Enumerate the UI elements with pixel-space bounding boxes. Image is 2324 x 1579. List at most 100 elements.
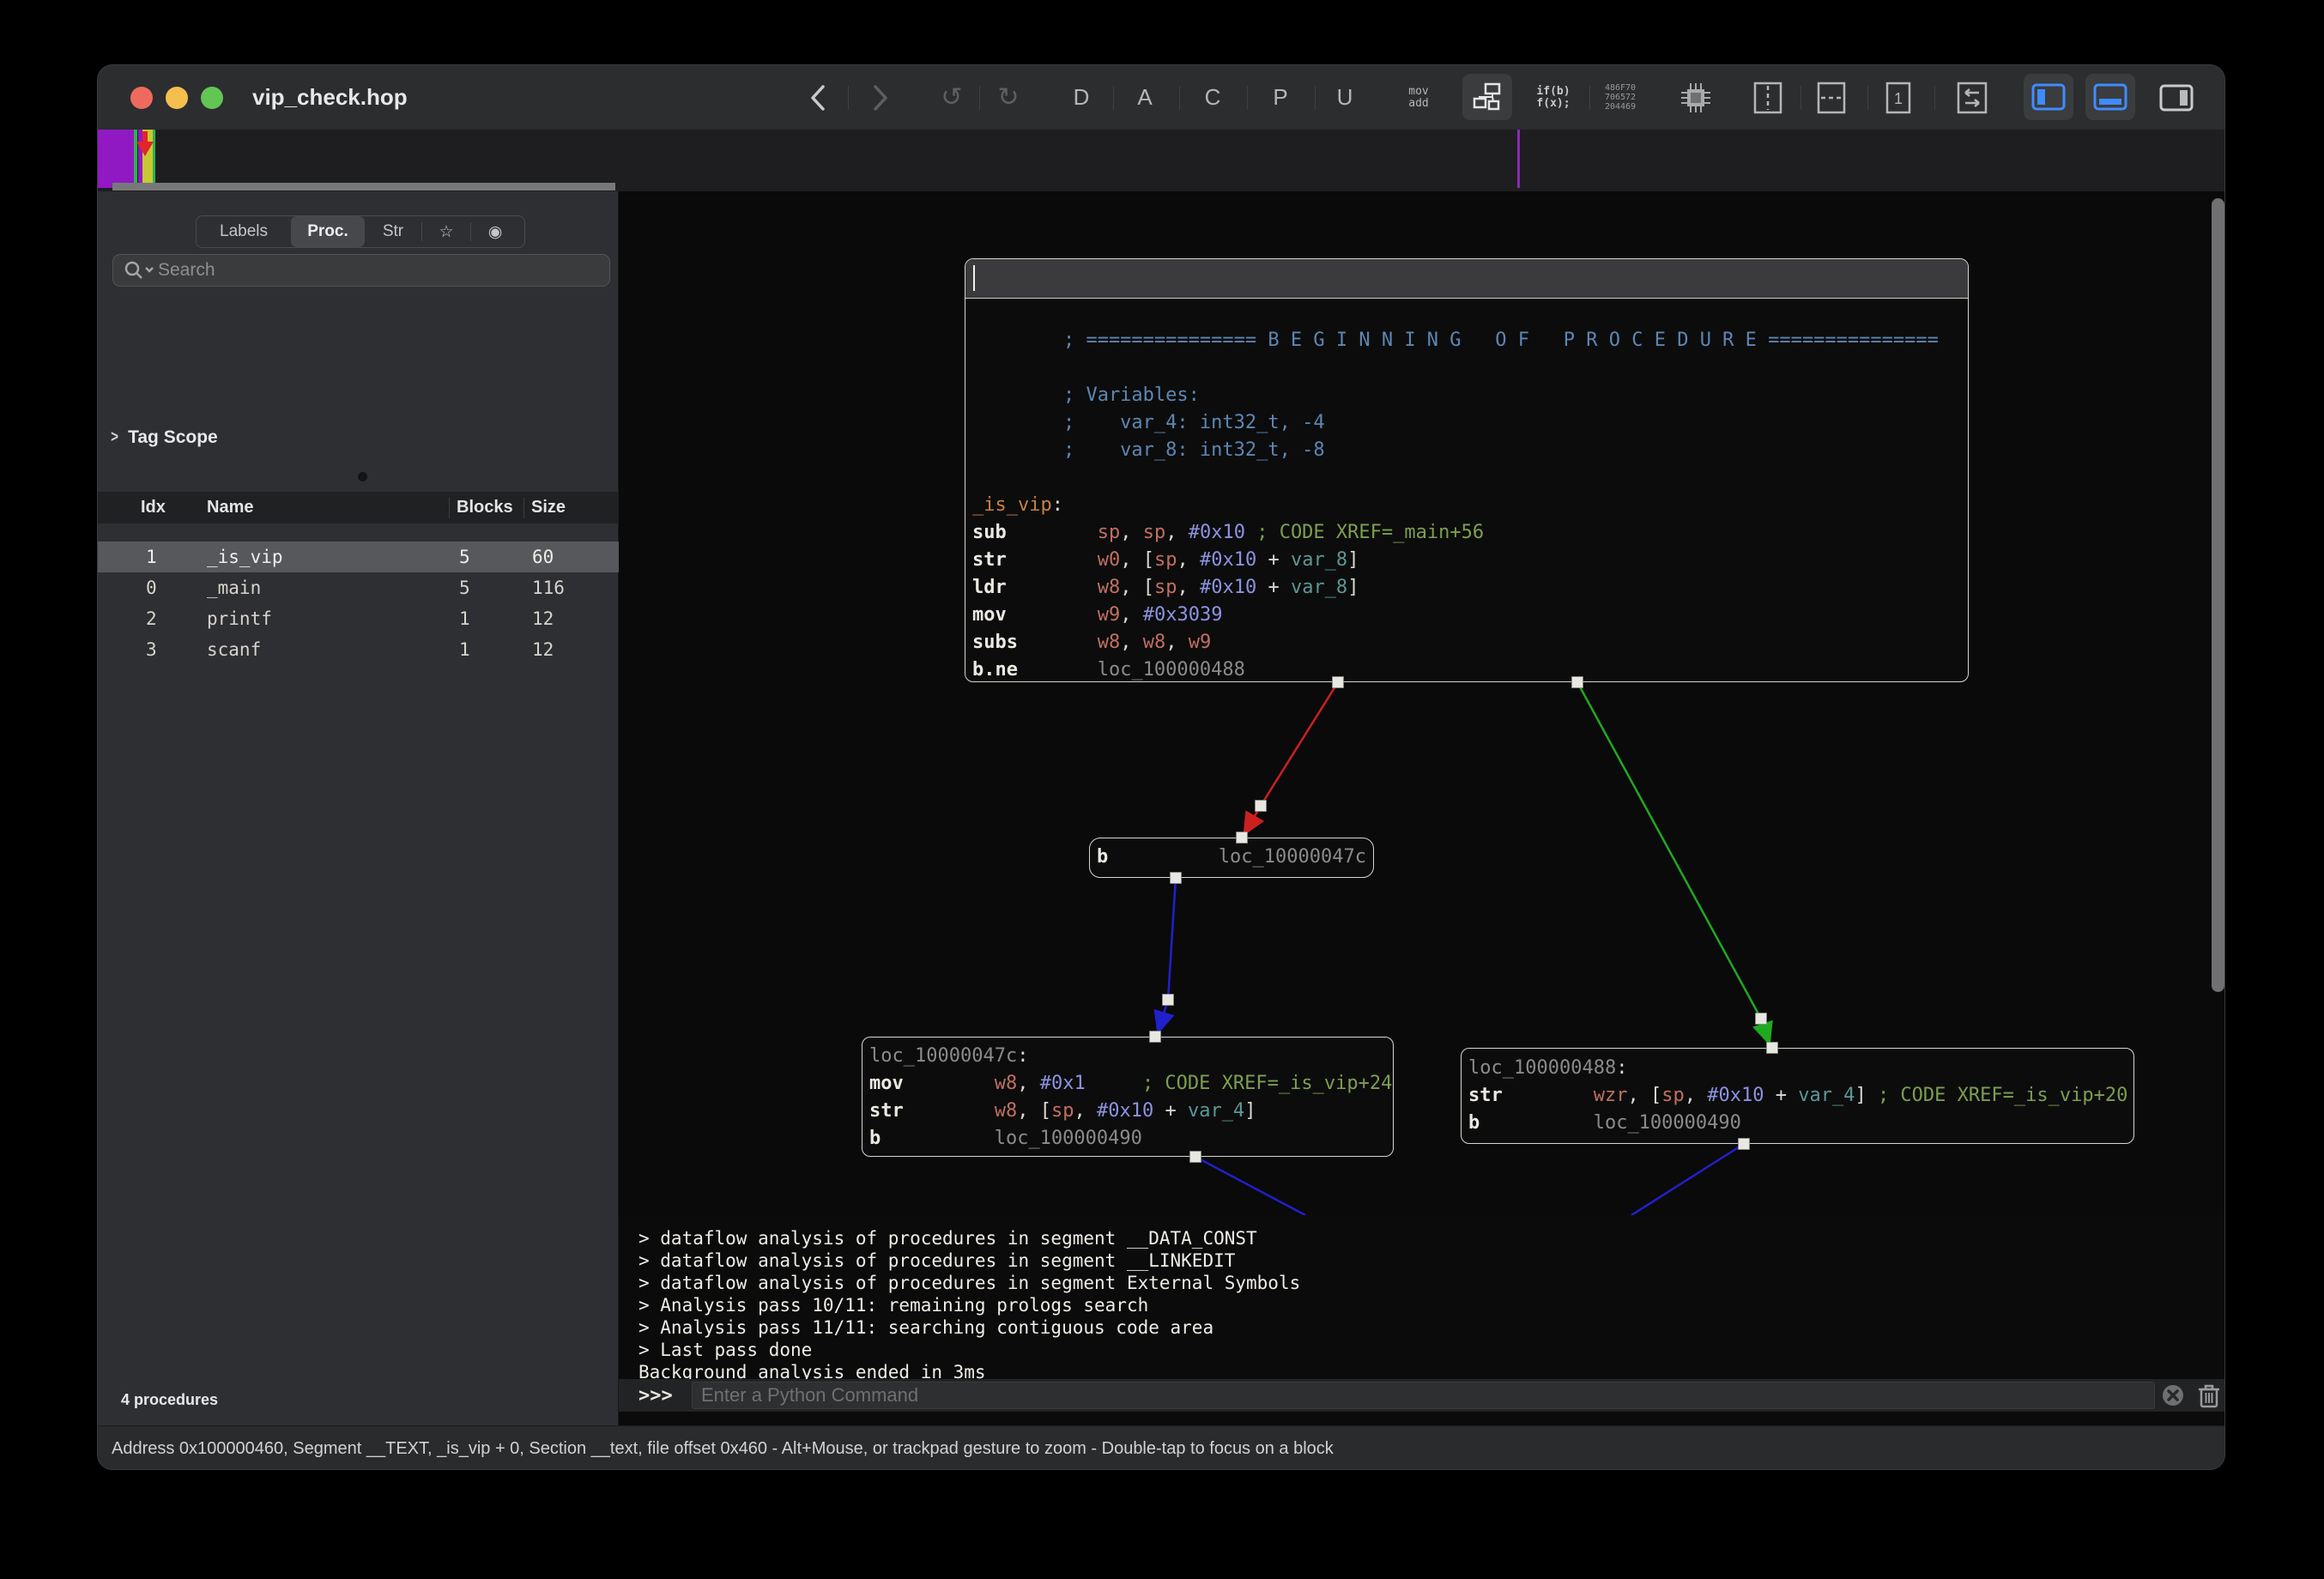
split-horizontal-button[interactable]: [1804, 65, 1859, 130]
procedure-button[interactable]: P: [1253, 65, 1308, 130]
split-vertical-button[interactable]: [1740, 65, 1795, 130]
tab-bookmarks-star-icon[interactable]: ☆: [422, 216, 470, 247]
table-cell: 1: [98, 547, 200, 567]
table-cell: 3: [98, 639, 200, 660]
column-header-size[interactable]: Size: [524, 498, 619, 518]
toggle-bottom-panel-button[interactable]: [2085, 74, 2135, 120]
tag-scope-disclosure[interactable]: > Tag Scope: [110, 427, 218, 448]
asm-token: w9: [1189, 632, 1212, 653]
table-cell: 1: [449, 608, 524, 629]
asm-token: w8: [995, 1100, 1018, 1122]
nav-caret-line: [1517, 130, 1520, 188]
code-button[interactable]: C: [1185, 65, 1240, 130]
split-horizontal-icon: [1817, 82, 1846, 114]
redo-button[interactable]: ↻: [981, 65, 1036, 130]
asm-token: loc_10000047c: [1219, 846, 1366, 868]
asm-token: ]: [1244, 1100, 1256, 1122]
asm-token: ldr: [972, 577, 1007, 598]
asm-token: w8: [1098, 632, 1121, 653]
asm-token: [1007, 522, 1098, 543]
asm-token: var_4: [1798, 1085, 1855, 1106]
table-cell: 5: [449, 547, 524, 567]
toggle-right-panel-button[interactable]: [2149, 65, 2204, 130]
asm-token: mov: [972, 604, 1007, 626]
toolbar-separator: [1800, 86, 1801, 110]
zoom-window-button[interactable]: [201, 87, 223, 109]
table-cell: scanf: [200, 639, 449, 660]
table-row[interactable]: 2printf112: [98, 603, 619, 634]
search-input[interactable]: [156, 259, 609, 281]
graph-scrollbar[interactable]: [2212, 198, 2224, 992]
asm-token: [1503, 1085, 1594, 1106]
asm-token: [1086, 1073, 1142, 1094]
asm-token: ,: [1165, 632, 1189, 653]
console-log: > dataflow analysis of procedures in seg…: [619, 1215, 2225, 1383]
asm-token: :: [1052, 494, 1063, 516]
asm-token: [881, 1128, 994, 1149]
basic-block-entry[interactable]: ; =============== B E G I N N I N G O F …: [965, 258, 1969, 682]
chevron-left-icon: [807, 81, 829, 115]
basic-block-loc-488[interactable]: loc_100000488:str wzr, [sp, #0x10 + var_…: [1461, 1048, 2134, 1144]
column-header-idx[interactable]: Idx: [98, 498, 200, 517]
table-row[interactable]: 1_is_vip560: [98, 541, 619, 572]
table-cell: _is_vip: [200, 547, 449, 567]
tab-tags-circle-icon[interactable]: ◉: [471, 216, 519, 247]
console-line: > dataflow analysis of procedures in seg…: [619, 1227, 2225, 1249]
cfg-view-button[interactable]: [1462, 74, 1512, 120]
navigation-strip[interactable]: [98, 130, 2225, 192]
forward-button[interactable]: [853, 65, 908, 130]
basic-block-loc-47c[interactable]: loc_10000047c:mov w8, #0x1 ; CODE XREF=_…: [862, 1037, 1394, 1157]
asm-token: sp: [1661, 1085, 1685, 1106]
console-line: > dataflow analysis of procedures in seg…: [619, 1249, 2225, 1272]
asm-token: [1007, 577, 1098, 598]
close-window-button[interactable]: [130, 87, 153, 109]
asm-token: _is_vip: [972, 494, 1052, 516]
trash-button[interactable]: [2196, 1382, 2222, 1408]
edge-unconditional: [1631, 1144, 1744, 1215]
block-title-field[interactable]: [965, 259, 1968, 299]
column-header-name[interactable]: Name: [200, 498, 449, 517]
swap-panes-button[interactable]: [1945, 65, 2000, 130]
table-row[interactable]: 3scanf112: [98, 634, 619, 665]
tab-strings[interactable]: Str: [365, 216, 421, 247]
hex-view-button[interactable]: 486F70706572204469: [1593, 65, 1648, 130]
asm-token: var_8: [1291, 577, 1347, 598]
minimize-window-button[interactable]: [166, 87, 188, 109]
asm-line: [965, 299, 1968, 326]
undefined-button[interactable]: U: [1317, 65, 1372, 130]
undo-button[interactable]: ↺: [924, 65, 979, 130]
cpu-button[interactable]: [1668, 65, 1723, 130]
asm-token: #0x10: [1189, 522, 1245, 543]
circle-x-icon: [2161, 1383, 2185, 1407]
search-field[interactable]: [112, 254, 610, 287]
cfg-graph-view[interactable]: ; =============== B E G I N N I N G O F …: [619, 191, 2225, 1215]
asm-token: ,: [1120, 522, 1143, 543]
asm-token: b: [1097, 846, 1108, 868]
back-button[interactable]: [790, 65, 845, 130]
assembly-view-button[interactable]: movadd: [1391, 65, 1446, 130]
asm-token: #0x10: [1707, 1085, 1764, 1106]
table-row[interactable]: 0_main5116: [98, 572, 619, 603]
pane-resize-handle[interactable]: [358, 472, 367, 481]
python-command-input[interactable]: [692, 1382, 2155, 1409]
tab-procedures[interactable]: Proc.: [291, 216, 365, 247]
ascii-button[interactable]: A: [1117, 65, 1172, 130]
single-view-button[interactable]: 1: [1871, 65, 1926, 130]
asm-token: +: [1153, 1100, 1188, 1122]
nav-segment-text[interactable]: [98, 130, 134, 188]
pseudocode-button[interactable]: if(b)f(x);: [1526, 65, 1581, 130]
asm-line: str w0, [sp, #0x10 + var_8]: [965, 546, 1968, 573]
basic-block-jump[interactable]: b loc_10000047c: [1089, 838, 1374, 878]
column-header-blocks[interactable]: Blocks: [449, 498, 524, 518]
toolbar-separator: [1934, 86, 1935, 110]
data-button[interactable]: D: [1054, 65, 1109, 130]
asm-token: w9: [1098, 604, 1121, 626]
asm-token: ; Variables:: [972, 384, 1200, 406]
tab-labels[interactable]: Labels: [197, 216, 291, 247]
toggle-left-panel-button[interactable]: [2024, 74, 2073, 120]
trash-icon: [2198, 1382, 2220, 1408]
asm-token: sub: [972, 522, 1007, 543]
clear-console-button[interactable]: [2160, 1382, 2186, 1408]
asm-token: str: [972, 549, 1007, 571]
nav-scrollbar[interactable]: [112, 183, 615, 191]
